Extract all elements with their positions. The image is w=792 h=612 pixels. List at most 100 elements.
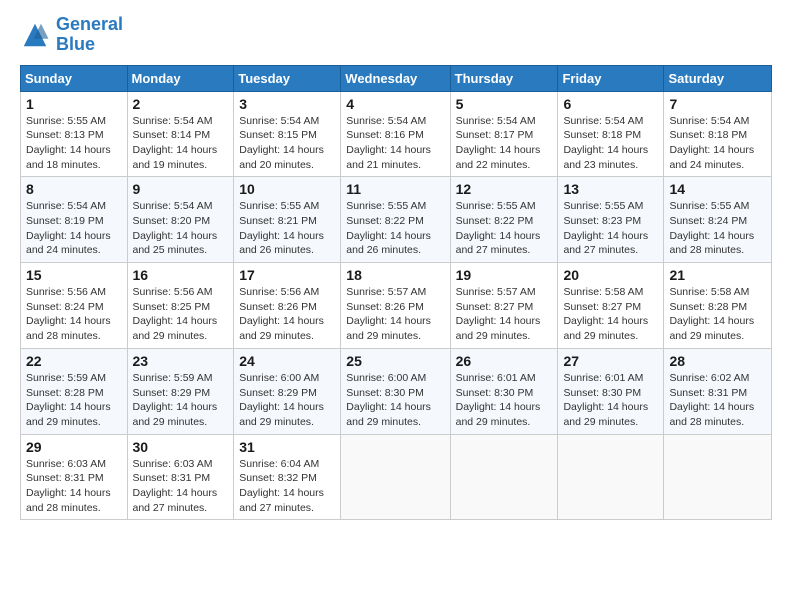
day-info: Sunrise: 5:57 AMSunset: 8:27 PMDaylight:… [456, 286, 541, 342]
calendar-cell: 2 Sunrise: 5:54 AMSunset: 8:14 PMDayligh… [127, 91, 234, 177]
day-info: Sunrise: 5:57 AMSunset: 8:26 PMDaylight:… [346, 286, 431, 342]
calendar-cell: 10 Sunrise: 5:55 AMSunset: 8:21 PMDaylig… [234, 177, 341, 263]
calendar-cell: 22 Sunrise: 5:59 AMSunset: 8:28 PMDaylig… [21, 348, 128, 434]
calendar-cell: 6 Sunrise: 5:54 AMSunset: 8:18 PMDayligh… [558, 91, 664, 177]
calendar-cell: 9 Sunrise: 5:54 AMSunset: 8:20 PMDayligh… [127, 177, 234, 263]
calendar-day-header: Tuesday [234, 65, 341, 91]
calendar-cell: 14 Sunrise: 5:55 AMSunset: 8:24 PMDaylig… [664, 177, 772, 263]
day-number: 18 [346, 267, 444, 283]
day-info: Sunrise: 6:01 AMSunset: 8:30 PMDaylight:… [456, 372, 541, 428]
header: General Blue [20, 15, 772, 55]
calendar-cell: 26 Sunrise: 6:01 AMSunset: 8:30 PMDaylig… [450, 348, 558, 434]
day-number: 25 [346, 353, 444, 369]
calendar-cell [664, 434, 772, 520]
day-number: 11 [346, 181, 444, 197]
calendar-day-header: Friday [558, 65, 664, 91]
calendar-cell: 15 Sunrise: 5:56 AMSunset: 8:24 PMDaylig… [21, 263, 128, 349]
day-number: 28 [669, 353, 766, 369]
calendar-cell: 28 Sunrise: 6:02 AMSunset: 8:31 PMDaylig… [664, 348, 772, 434]
day-number: 22 [26, 353, 122, 369]
day-info: Sunrise: 5:54 AMSunset: 8:19 PMDaylight:… [26, 200, 111, 256]
day-number: 7 [669, 96, 766, 112]
day-number: 16 [133, 267, 229, 283]
day-number: 8 [26, 181, 122, 197]
calendar-cell: 30 Sunrise: 6:03 AMSunset: 8:31 PMDaylig… [127, 434, 234, 520]
day-info: Sunrise: 6:03 AMSunset: 8:31 PMDaylight:… [133, 458, 218, 514]
day-info: Sunrise: 6:00 AMSunset: 8:30 PMDaylight:… [346, 372, 431, 428]
calendar-week-row: 22 Sunrise: 5:59 AMSunset: 8:28 PMDaylig… [21, 348, 772, 434]
calendar-day-header: Thursday [450, 65, 558, 91]
calendar-week-row: 8 Sunrise: 5:54 AMSunset: 8:19 PMDayligh… [21, 177, 772, 263]
day-number: 20 [563, 267, 658, 283]
day-info: Sunrise: 5:56 AMSunset: 8:24 PMDaylight:… [26, 286, 111, 342]
calendar-cell: 27 Sunrise: 6:01 AMSunset: 8:30 PMDaylig… [558, 348, 664, 434]
day-info: Sunrise: 5:59 AMSunset: 8:28 PMDaylight:… [26, 372, 111, 428]
calendar-cell: 19 Sunrise: 5:57 AMSunset: 8:27 PMDaylig… [450, 263, 558, 349]
day-info: Sunrise: 5:58 AMSunset: 8:27 PMDaylight:… [563, 286, 648, 342]
day-number: 29 [26, 439, 122, 455]
calendar-day-header: Saturday [664, 65, 772, 91]
calendar-cell: 7 Sunrise: 5:54 AMSunset: 8:18 PMDayligh… [664, 91, 772, 177]
calendar-cell: 24 Sunrise: 6:00 AMSunset: 8:29 PMDaylig… [234, 348, 341, 434]
day-info: Sunrise: 6:01 AMSunset: 8:30 PMDaylight:… [563, 372, 648, 428]
calendar-cell: 21 Sunrise: 5:58 AMSunset: 8:28 PMDaylig… [664, 263, 772, 349]
calendar-cell [450, 434, 558, 520]
calendar-cell: 13 Sunrise: 5:55 AMSunset: 8:23 PMDaylig… [558, 177, 664, 263]
day-number: 3 [239, 96, 335, 112]
day-number: 21 [669, 267, 766, 283]
day-info: Sunrise: 5:56 AMSunset: 8:25 PMDaylight:… [133, 286, 218, 342]
page: General Blue SundayMondayTuesdayWednesda… [0, 0, 792, 535]
calendar-day-header: Monday [127, 65, 234, 91]
calendar-week-row: 15 Sunrise: 5:56 AMSunset: 8:24 PMDaylig… [21, 263, 772, 349]
day-info: Sunrise: 5:55 AMSunset: 8:23 PMDaylight:… [563, 200, 648, 256]
day-number: 4 [346, 96, 444, 112]
day-number: 23 [133, 353, 229, 369]
calendar-day-header: Wednesday [341, 65, 450, 91]
calendar-cell: 29 Sunrise: 6:03 AMSunset: 8:31 PMDaylig… [21, 434, 128, 520]
day-number: 5 [456, 96, 553, 112]
day-number: 10 [239, 181, 335, 197]
day-info: Sunrise: 5:54 AMSunset: 8:20 PMDaylight:… [133, 200, 218, 256]
day-number: 14 [669, 181, 766, 197]
day-info: Sunrise: 5:54 AMSunset: 8:16 PMDaylight:… [346, 115, 431, 171]
day-info: Sunrise: 5:54 AMSunset: 8:18 PMDaylight:… [563, 115, 648, 171]
day-info: Sunrise: 5:55 AMSunset: 8:13 PMDaylight:… [26, 115, 111, 171]
calendar-cell: 18 Sunrise: 5:57 AMSunset: 8:26 PMDaylig… [341, 263, 450, 349]
calendar-cell: 8 Sunrise: 5:54 AMSunset: 8:19 PMDayligh… [21, 177, 128, 263]
calendar-week-row: 1 Sunrise: 5:55 AMSunset: 8:13 PMDayligh… [21, 91, 772, 177]
calendar-cell: 11 Sunrise: 5:55 AMSunset: 8:22 PMDaylig… [341, 177, 450, 263]
logo: General Blue [20, 15, 123, 55]
logo-text: General Blue [56, 15, 123, 55]
calendar-cell [558, 434, 664, 520]
calendar-cell: 12 Sunrise: 5:55 AMSunset: 8:22 PMDaylig… [450, 177, 558, 263]
calendar-cell: 31 Sunrise: 6:04 AMSunset: 8:32 PMDaylig… [234, 434, 341, 520]
calendar-table: SundayMondayTuesdayWednesdayThursdayFrid… [20, 65, 772, 521]
calendar-body: 1 Sunrise: 5:55 AMSunset: 8:13 PMDayligh… [21, 91, 772, 520]
calendar-cell: 5 Sunrise: 5:54 AMSunset: 8:17 PMDayligh… [450, 91, 558, 177]
day-info: Sunrise: 6:03 AMSunset: 8:31 PMDaylight:… [26, 458, 111, 514]
day-number: 31 [239, 439, 335, 455]
day-number: 27 [563, 353, 658, 369]
calendar-header-row: SundayMondayTuesdayWednesdayThursdayFrid… [21, 65, 772, 91]
day-info: Sunrise: 5:55 AMSunset: 8:24 PMDaylight:… [669, 200, 754, 256]
day-info: Sunrise: 6:02 AMSunset: 8:31 PMDaylight:… [669, 372, 754, 428]
day-info: Sunrise: 6:04 AMSunset: 8:32 PMDaylight:… [239, 458, 324, 514]
day-info: Sunrise: 5:54 AMSunset: 8:15 PMDaylight:… [239, 115, 324, 171]
calendar-cell: 4 Sunrise: 5:54 AMSunset: 8:16 PMDayligh… [341, 91, 450, 177]
calendar-cell [341, 434, 450, 520]
day-info: Sunrise: 5:55 AMSunset: 8:22 PMDaylight:… [456, 200, 541, 256]
calendar-cell: 17 Sunrise: 5:56 AMSunset: 8:26 PMDaylig… [234, 263, 341, 349]
day-number: 19 [456, 267, 553, 283]
day-number: 9 [133, 181, 229, 197]
day-number: 12 [456, 181, 553, 197]
calendar-cell: 25 Sunrise: 6:00 AMSunset: 8:30 PMDaylig… [341, 348, 450, 434]
day-info: Sunrise: 5:55 AMSunset: 8:22 PMDaylight:… [346, 200, 431, 256]
calendar-week-row: 29 Sunrise: 6:03 AMSunset: 8:31 PMDaylig… [21, 434, 772, 520]
calendar-cell: 3 Sunrise: 5:54 AMSunset: 8:15 PMDayligh… [234, 91, 341, 177]
day-info: Sunrise: 5:59 AMSunset: 8:29 PMDaylight:… [133, 372, 218, 428]
day-info: Sunrise: 5:55 AMSunset: 8:21 PMDaylight:… [239, 200, 324, 256]
day-number: 2 [133, 96, 229, 112]
calendar-cell: 1 Sunrise: 5:55 AMSunset: 8:13 PMDayligh… [21, 91, 128, 177]
day-number: 17 [239, 267, 335, 283]
calendar-day-header: Sunday [21, 65, 128, 91]
